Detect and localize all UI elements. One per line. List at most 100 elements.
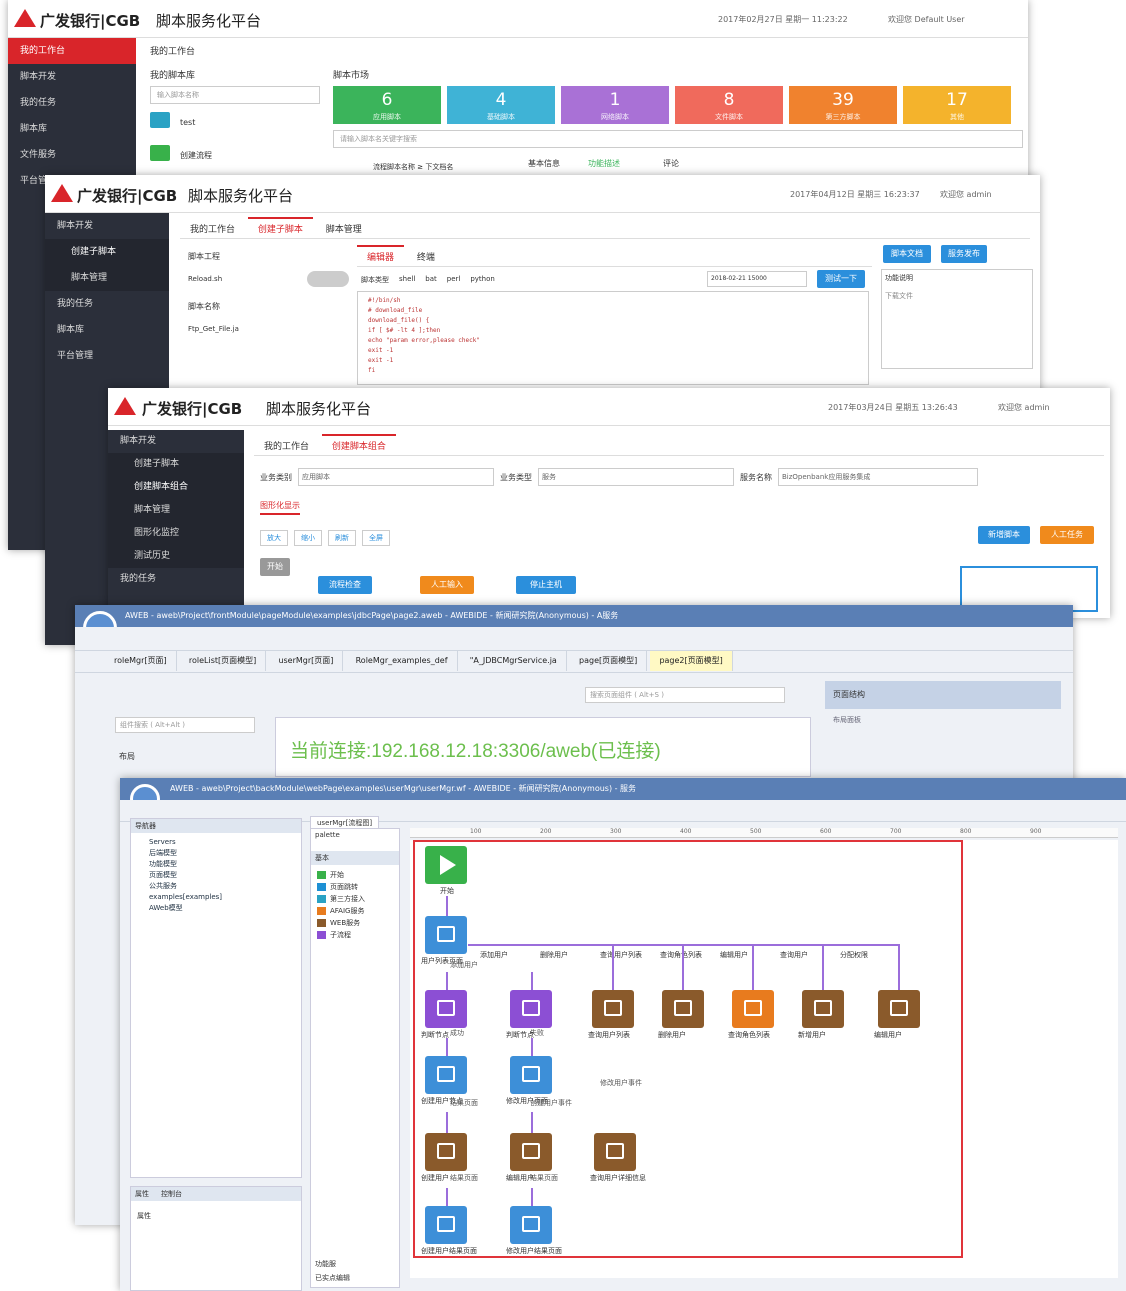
- sidebar-item-create-sub[interactable]: 创建子脚本: [108, 453, 244, 476]
- sidebar-item-lib[interactable]: 脚本库: [8, 116, 136, 142]
- category-tile[interactable]: 6 应用脚本: [333, 86, 441, 124]
- connector: [531, 1038, 533, 1056]
- node-manual[interactable]: 人工输入: [420, 576, 474, 594]
- layout-tree[interactable]: 布局: [119, 751, 135, 762]
- sidebar-item-lib[interactable]: 脚本库: [45, 317, 169, 343]
- node-check[interactable]: 流程检查: [318, 576, 372, 594]
- node-start[interactable]: 开始: [260, 558, 290, 576]
- sidebar-item-dev[interactable]: 脚本开发: [8, 64, 136, 90]
- tree-node[interactable]: 公共服务: [149, 881, 283, 892]
- etab-rolelist[interactable]: roleList[页面模型]: [180, 651, 267, 671]
- etab-rolemgr[interactable]: roleMgr[页面]: [105, 651, 177, 671]
- tab-create-combo[interactable]: 创建脚本组合: [321, 434, 396, 458]
- lang-bat[interactable]: bat: [425, 275, 436, 285]
- tab-terminal[interactable]: 终端: [407, 247, 445, 269]
- lib-item-test[interactable]: test: [180, 118, 195, 127]
- lib-item-flow[interactable]: 创建流程: [180, 150, 212, 161]
- file-item[interactable]: Reload.sh: [188, 275, 222, 283]
- test-button[interactable]: 测试一下: [817, 270, 865, 288]
- user-info[interactable]: 欢迎您 Default User: [888, 14, 965, 25]
- sidebar-item-platform[interactable]: 平台管理: [45, 343, 169, 369]
- field-select-1[interactable]: 应用脚本: [298, 468, 494, 486]
- code-editor[interactable]: #!/bin/sh # download_file download_file() …: [357, 291, 869, 385]
- monitor-icon: [150, 112, 170, 128]
- fullscreen-button[interactable]: 全屏: [362, 530, 390, 546]
- user-info[interactable]: 欢迎您 admin: [998, 402, 1050, 413]
- component-search-input[interactable]: 搜索页面组件 ( Alt+S ): [585, 687, 785, 703]
- lang-python[interactable]: python: [470, 275, 495, 285]
- palette-item[interactable]: WEB服务: [317, 917, 393, 929]
- category-tile[interactable]: 39 第三方脚本: [789, 86, 897, 124]
- sidebar-item-tasks[interactable]: 我的任务: [45, 291, 169, 317]
- palette-item[interactable]: AFAIG服务: [317, 905, 393, 917]
- sidebar-item-dev[interactable]: 脚本开发: [108, 430, 244, 453]
- publish-button[interactable]: 服务发布: [941, 245, 987, 263]
- sidebar-item-history[interactable]: 测试历史: [108, 545, 244, 568]
- code-line: exit -1: [368, 357, 394, 364]
- sidebar-item-files[interactable]: 文件服务: [8, 142, 136, 168]
- category-tile[interactable]: 4 基础脚本: [447, 86, 555, 124]
- lang-perl[interactable]: perl: [447, 275, 461, 285]
- sidebar-item-create-combo[interactable]: 创建脚本组合: [108, 476, 244, 499]
- category-tile[interactable]: 17 其他: [903, 86, 1011, 124]
- palette-item[interactable]: 子流程: [317, 929, 393, 941]
- tab-editor[interactable]: 编辑器: [357, 245, 405, 269]
- sidebar-item-create-sub[interactable]: 创建子脚本: [45, 239, 169, 265]
- user-info[interactable]: 欢迎您 admin: [940, 189, 992, 200]
- tree-node[interactable]: AWeb模型: [149, 903, 283, 914]
- market-search-input[interactable]: 请输入脚本名关键字搜索: [333, 130, 1023, 148]
- etab-jdbc[interactable]: "A_JDBCMgrService.ja: [461, 651, 567, 671]
- script-doc-button[interactable]: 脚本文档: [883, 245, 931, 263]
- zoom-in-button[interactable]: 放大: [260, 530, 288, 546]
- row-tab-func[interactable]: 功能描述: [588, 158, 620, 169]
- refresh-button[interactable]: 刷新: [328, 530, 356, 546]
- toggle-switch[interactable]: [307, 271, 349, 287]
- tree-node[interactable]: 页面模型: [149, 870, 283, 881]
- tab-workbench[interactable]: 我的工作台: [180, 219, 245, 241]
- service-icon: [674, 1000, 692, 1016]
- zoom-toolbar: 放大 缩小 刷新 全屏: [260, 530, 390, 546]
- tree-node[interactable]: Servers: [149, 837, 283, 848]
- tab-create-sub[interactable]: 创建子脚本: [247, 217, 313, 241]
- field-input-3[interactable]: BizOpenbank应用服务集成: [778, 468, 978, 486]
- tab-workbench[interactable]: 我的工作台: [254, 436, 319, 458]
- etab-page2[interactable]: page2[页面模型]: [650, 651, 733, 671]
- palette-item[interactable]: 页面跳转: [317, 881, 393, 893]
- left-search-input[interactable]: 组件搜索 ( Alt+Alt ): [115, 717, 255, 733]
- lib-search-input[interactable]: 输入脚本名称: [150, 86, 320, 104]
- editor-tabs: 编辑器 终端: [357, 245, 872, 267]
- sidebar-item-dev[interactable]: 脚本开发: [45, 213, 169, 239]
- tree-node[interactable]: examples[examples]: [149, 892, 283, 903]
- category-tile[interactable]: 8 文件脚本: [675, 86, 783, 124]
- lang-shell[interactable]: shell: [399, 275, 415, 285]
- tree-node[interactable]: 功能模型: [149, 859, 283, 870]
- zoom-out-button[interactable]: 缩小: [294, 530, 322, 546]
- date-select[interactable]: 2018-02-21 15000: [707, 271, 807, 287]
- manual-task-button[interactable]: 人工任务: [1040, 526, 1094, 544]
- tree-node[interactable]: 后端模型: [149, 848, 283, 859]
- console-tab[interactable]: 控制台: [161, 1189, 182, 1199]
- row-tab-comment[interactable]: 评论: [663, 158, 679, 169]
- sidebar-item-monitor[interactable]: 图形化监控: [108, 522, 244, 545]
- category-tile[interactable]: 1 网络脚本: [561, 86, 669, 124]
- sidebar-item-tasks[interactable]: 我的任务: [108, 568, 244, 591]
- palette-item[interactable]: 开始: [317, 869, 393, 881]
- sidebar-item-tasks[interactable]: 我的任务: [8, 90, 136, 116]
- etab-roledef[interactable]: RoleMgr_examples_def: [347, 651, 458, 671]
- sidebar-item-manage[interactable]: 脚本管理: [45, 265, 169, 291]
- palette-bottom-2[interactable]: 已实点编辑: [315, 1273, 350, 1283]
- field-select-2[interactable]: 服务: [538, 468, 734, 486]
- sidebar-item-manage[interactable]: 脚本管理: [108, 499, 244, 522]
- node-stop[interactable]: 停止主机: [516, 576, 576, 594]
- etab-page[interactable]: page[页面模型]: [570, 651, 648, 671]
- props-tab[interactable]: 属性: [135, 1189, 149, 1199]
- palette-item[interactable]: 第三方接入: [317, 893, 393, 905]
- add-script-button[interactable]: 新增脚本: [978, 526, 1030, 544]
- row-tab-basic[interactable]: 基本信息: [528, 158, 560, 169]
- script-row[interactable]: 流程脚本名称 ≥ 下文档名: [373, 162, 453, 172]
- palette-bottom-1[interactable]: 功能服: [315, 1259, 336, 1269]
- file-item-2[interactable]: Ftp_Get_File.ja: [188, 325, 239, 333]
- tab-manage[interactable]: 脚本管理: [316, 219, 372, 241]
- sidebar-item-workbench[interactable]: 我的工作台: [8, 38, 136, 64]
- etab-usermgr[interactable]: userMgr[页面]: [269, 651, 344, 671]
